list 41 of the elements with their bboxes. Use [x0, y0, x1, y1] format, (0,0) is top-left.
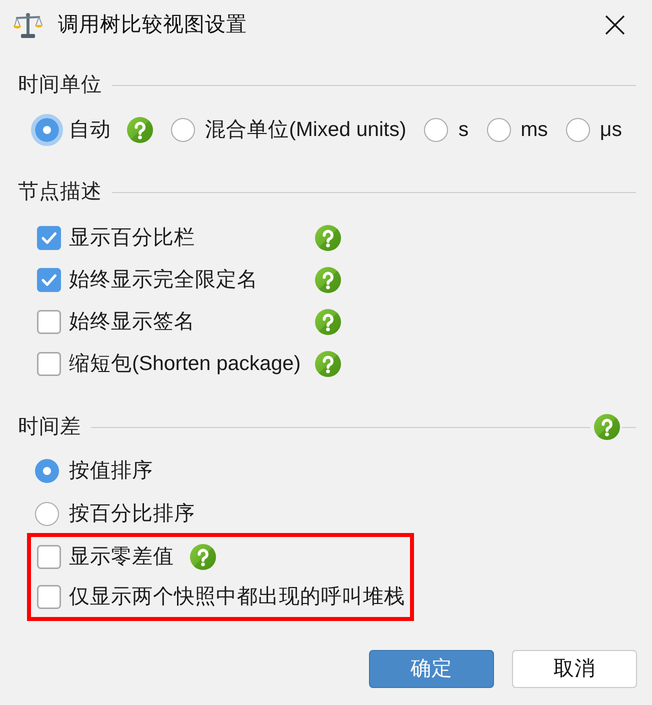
help-icon[interactable] — [127, 117, 153, 143]
cancel-button[interactable]: 取消 — [512, 650, 637, 688]
close-icon — [605, 15, 625, 35]
option-label: 始终显示完全限定名 — [69, 268, 258, 291]
option-label: s — [458, 117, 469, 143]
help-icon[interactable] — [314, 225, 341, 251]
scales-icon — [13, 11, 43, 39]
section-title: 节点描述 — [18, 179, 102, 205]
option-label: 显示百分比栏 — [69, 226, 195, 249]
help-icon[interactable] — [190, 544, 216, 570]
help-icon[interactable] — [594, 414, 620, 440]
option-label: 自动 — [69, 117, 111, 143]
checkbox[interactable] — [37, 545, 61, 569]
section-title: 时间单位 — [18, 72, 102, 98]
option-label: 仅显示两个快照中都出现的呼叫堆栈 — [69, 584, 405, 610]
ok-button[interactable]: 确定 — [369, 650, 494, 688]
option-label: ms — [520, 117, 548, 143]
radio-button[interactable] — [566, 118, 590, 142]
radio-button[interactable] — [424, 118, 448, 142]
section-title: 时间差 — [18, 414, 81, 440]
help-icon[interactable] — [314, 351, 341, 377]
option-label: 显示零差值 — [69, 544, 174, 570]
option-label: μs — [600, 117, 622, 143]
option-label: 按值排序 — [69, 458, 153, 484]
window-title: 调用树比较视图设置 — [58, 12, 248, 38]
radio-button[interactable] — [171, 118, 195, 142]
checkbox[interactable] — [37, 352, 61, 376]
checkbox[interactable] — [37, 268, 61, 292]
checkbox[interactable] — [37, 585, 61, 609]
radio-button[interactable] — [31, 114, 63, 146]
radio-button[interactable] — [35, 502, 59, 526]
help-icon[interactable] — [314, 267, 341, 293]
checkbox[interactable] — [37, 310, 61, 334]
radio-button[interactable] — [35, 458, 59, 482]
option-label: 缩短包(Shorten package) — [69, 352, 301, 375]
help-icon[interactable] — [314, 309, 341, 335]
radio-button[interactable] — [486, 118, 511, 142]
option-label: 混合单位(Mixed units) — [205, 117, 406, 143]
option-label: 始终显示签名 — [69, 310, 195, 333]
checkbox[interactable] — [37, 226, 61, 250]
option-label: 按百分比排序 — [69, 500, 195, 526]
